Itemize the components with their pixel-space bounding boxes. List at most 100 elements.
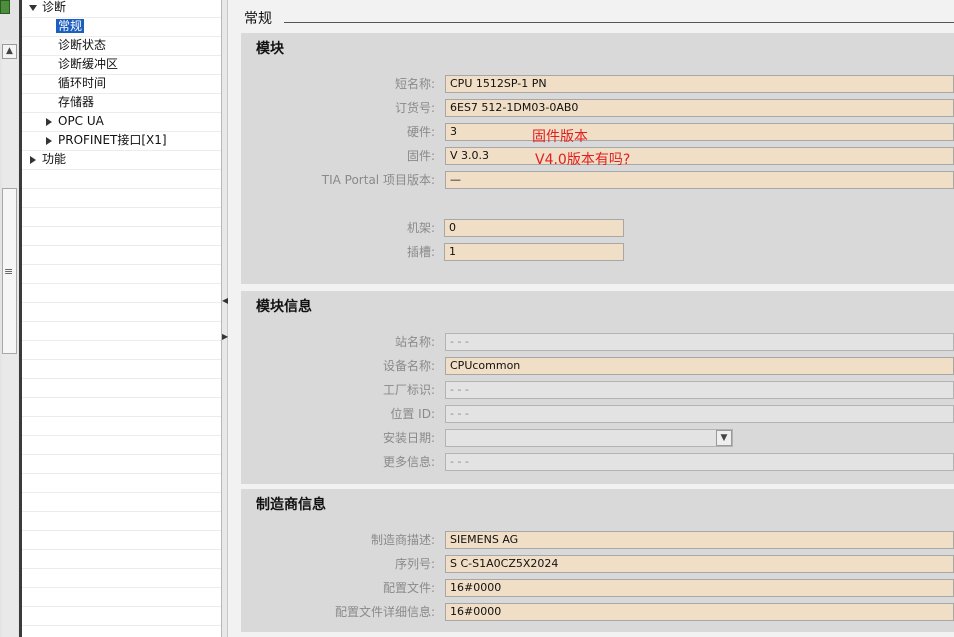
page-title: 常规: [244, 11, 272, 27]
device-name-label: 设备名称:: [382, 359, 435, 373]
divider: [22, 568, 221, 569]
station-name-field[interactable]: - - -: [445, 333, 954, 351]
divider: [22, 530, 221, 531]
chevron-down-icon[interactable]: ▼: [716, 430, 732, 446]
rack-field[interactable]: 0: [444, 219, 624, 237]
expanded-arrow-icon[interactable]: [29, 4, 37, 11]
tree-item-label: 功能: [42, 152, 67, 166]
location-id-field[interactable]: - - -: [445, 405, 954, 423]
left-edge-strip: ▲ ≡: [0, 0, 22, 637]
divider: [22, 340, 221, 341]
divider: [22, 283, 221, 284]
station-name-label: 站名称:: [394, 335, 435, 349]
profile-details-label: 配置文件详细信息:: [334, 605, 435, 619]
order-number-field[interactable]: 6ES7 512-1DM03-0AB0: [445, 99, 954, 117]
rack-label: 机架:: [406, 221, 435, 235]
order-number-label: 订货号:: [394, 101, 435, 115]
slot-label: 插槽:: [406, 245, 435, 259]
divider: [22, 587, 221, 588]
tree-item-label: PROFINET接口[X1]: [58, 133, 167, 147]
profile-field[interactable]: 16#0000: [445, 579, 954, 597]
scroll-up-arrow-icon[interactable]: ▲: [2, 44, 17, 59]
divider: [22, 17, 221, 18]
tia-portal-version-field[interactable]: —: [445, 171, 954, 189]
tree-item-label: 存储器: [58, 95, 95, 109]
tree-item-memory[interactable]: 存储器: [58, 93, 94, 111]
divider: [22, 36, 221, 37]
more-info-label: 更多信息:: [382, 455, 435, 469]
divider: [22, 606, 221, 607]
tree-item-diagnostics[interactable]: 诊断: [29, 0, 66, 16]
slot-field[interactable]: 1: [444, 243, 624, 261]
install-date-dropdown[interactable]: [445, 429, 733, 447]
tree-item-label: 诊断状态: [58, 38, 107, 52]
section-heading: 制造商信息: [256, 497, 326, 513]
section-heading: 模块: [256, 41, 284, 57]
plant-designation-field[interactable]: - - -: [445, 381, 954, 399]
divider: [22, 74, 221, 75]
scroll-grip-icon: ≡: [4, 265, 14, 278]
collapsed-arrow-icon[interactable]: [30, 155, 36, 164]
tree-item-label: 诊断: [42, 0, 67, 14]
tree-item-diagnostic-status[interactable]: 诊断状态: [58, 36, 106, 54]
tia-portal-version-label: TIA Portal 项目版本:: [321, 173, 435, 187]
collapsed-arrow-icon[interactable]: [46, 136, 52, 145]
tree-item-label: 诊断缓冲区: [58, 57, 119, 71]
divider: [22, 549, 221, 550]
tree-item-label: 循环时间: [58, 76, 107, 90]
hardware-field[interactable]: 3: [445, 123, 954, 141]
divider: [22, 473, 221, 474]
device-icon: [0, 0, 10, 14]
divider: [22, 511, 221, 512]
tree-item-profinet[interactable]: PROFINET接口[X1]: [46, 131, 167, 149]
tree-item-general[interactable]: 常规: [56, 17, 85, 35]
divider: [22, 435, 221, 436]
divider: [22, 188, 221, 189]
properties-panel: 常规 模块 短名称: CPU 1512SP-1 PN 订货号: 6ES7 512…: [228, 0, 954, 637]
module-info-section: 模块信息 站名称: - - - 设备名称: CPUcommon 工厂标识: - …: [241, 291, 954, 484]
divider: [22, 93, 221, 94]
divider: [22, 625, 221, 626]
collapsed-arrow-icon[interactable]: [46, 117, 52, 126]
short-name-label: 短名称:: [394, 77, 435, 91]
serial-number-field[interactable]: S C-S1A0CZ5X2024: [445, 555, 954, 573]
tree-item-opc-ua[interactable]: OPC UA: [46, 112, 104, 130]
panel-splitter[interactable]: ◀ ▶: [221, 0, 228, 637]
divider: [22, 492, 221, 493]
short-name-field[interactable]: CPU 1512SP-1 PN: [445, 75, 954, 93]
divider: [22, 416, 221, 417]
manufacturer-section: 制造商信息 制造商描述: SIEMENS AG 序列号: S C-S1A0CZ5…: [241, 489, 954, 632]
firmware-label: 固件:: [406, 149, 435, 163]
divider: [22, 207, 221, 208]
tree-item-cycle-time[interactable]: 循环时间: [58, 74, 106, 92]
question-annotation: V4.0版本有吗?: [535, 152, 631, 168]
divider: [22, 245, 221, 246]
tree-item-label: 常规: [56, 19, 85, 33]
divider: [22, 359, 221, 360]
more-info-field[interactable]: - - -: [445, 453, 954, 471]
tree-item-functions[interactable]: 功能: [30, 150, 66, 168]
location-id-label: 位置 ID:: [390, 407, 435, 421]
divider: [22, 397, 221, 398]
divider: [22, 302, 221, 303]
manufacturer-desc-field[interactable]: SIEMENS AG: [445, 531, 954, 549]
hardware-label: 硬件:: [406, 125, 435, 139]
firmware-field[interactable]: V 3.0.3: [445, 147, 954, 165]
divider: [22, 454, 221, 455]
profile-label: 配置文件:: [382, 581, 435, 595]
serial-number-label: 序列号:: [394, 557, 435, 571]
divider: [22, 55, 221, 56]
divider: [22, 321, 221, 322]
navigation-tree: [22, 0, 221, 637]
divider: [22, 378, 221, 379]
device-name-field[interactable]: CPUcommon: [445, 357, 954, 375]
plant-designation-label: 工厂标识:: [382, 383, 435, 397]
tree-item-diagnostic-buffer[interactable]: 诊断缓冲区: [58, 55, 118, 73]
manufacturer-desc-label: 制造商描述:: [370, 533, 435, 547]
divider: [22, 169, 221, 170]
firmware-version-annotation: 固件版本: [532, 129, 588, 145]
divider: [22, 264, 221, 265]
profile-details-field[interactable]: 16#0000: [445, 603, 954, 621]
section-heading: 模块信息: [256, 299, 312, 315]
title-divider: [284, 22, 954, 23]
